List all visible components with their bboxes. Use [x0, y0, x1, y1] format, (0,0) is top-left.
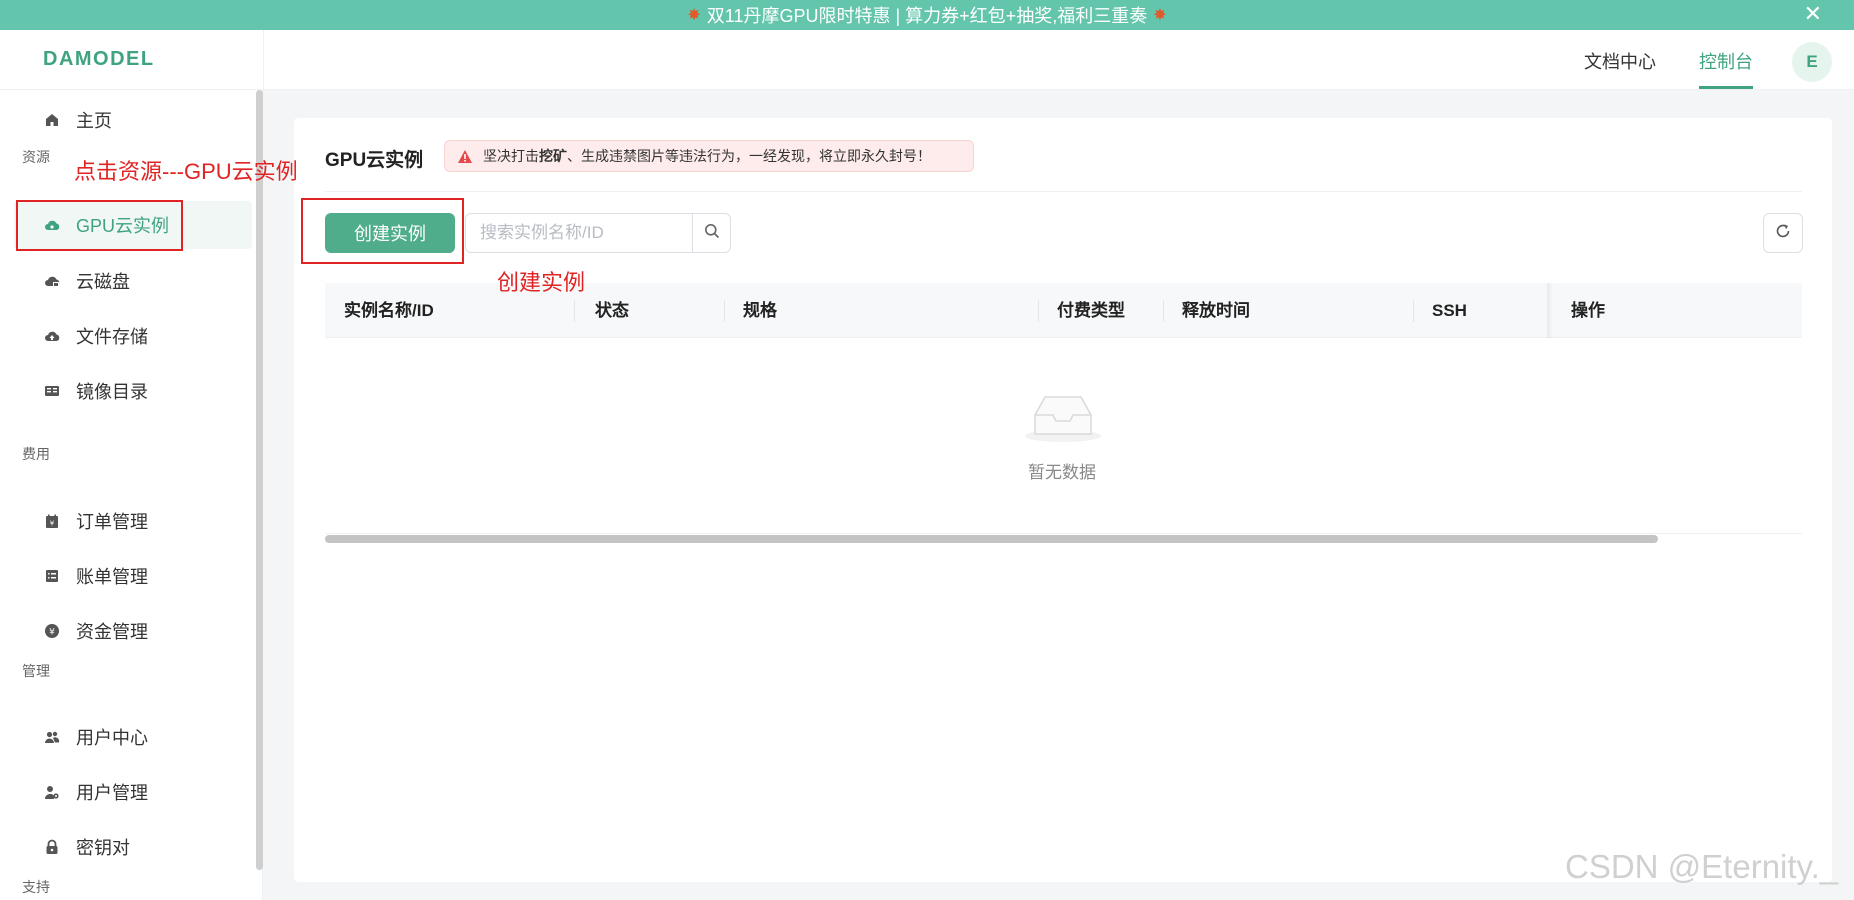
column-header-ssh[interactable]: SSH	[1432, 283, 1467, 338]
empty-state-text: 暂无数据	[1028, 463, 1096, 482]
annotation-text-create: 创建实例	[497, 270, 586, 295]
sidebar-item-label: 镜像目录	[76, 382, 148, 402]
promo-text[interactable]: 双11丹摩GPU限时特惠 | 算力券+红包+抽奖,福利三重奏	[707, 2, 1147, 28]
watermark: CSDN @Eternity._	[1565, 848, 1839, 885]
column-header-name[interactable]: 实例名称/ID	[344, 283, 434, 338]
warning-text-suffix: 、生成违禁图片等违法行为，一经发现，将立即永久封号！	[567, 148, 931, 164]
nav-docs-link[interactable]: 文档中心	[1584, 48, 1656, 74]
logo-divider	[263, 30, 264, 90]
sidebar-item-bills[interactable]: 账单管理	[14, 552, 252, 600]
lock-icon	[44, 839, 60, 855]
column-header-spec[interactable]: 规格	[743, 283, 777, 338]
image-catalog-icon	[44, 383, 60, 399]
promo-banner[interactable]: ✸ 双11丹摩GPU限时特惠 | 算力券+红包+抽奖,福利三重奏 ✸ ✕	[0, 0, 1854, 30]
section-label-billing: 费用	[22, 446, 50, 462]
cloud-disk-icon	[44, 273, 60, 289]
table-bottom-border	[325, 533, 1802, 534]
sidebar-item-label: 用户管理	[76, 783, 148, 803]
page-title: GPU云实例	[325, 150, 424, 171]
section-label-manage: 管理	[22, 663, 50, 679]
warning-banner: 坚决打击 挖矿 、生成违禁图片等违法行为，一经发现，将立即永久封号！	[444, 140, 974, 172]
yuan-icon: ¥	[44, 623, 60, 639]
column-header-actions[interactable]: 操作	[1571, 283, 1605, 338]
sidebar-item-label: 云磁盘	[76, 272, 130, 292]
column-separator	[1163, 300, 1164, 322]
column-header-billing-type[interactable]: 付费类型	[1057, 283, 1125, 338]
order-icon: ¥	[44, 513, 60, 529]
title-divider	[325, 191, 1802, 192]
search-icon	[704, 223, 720, 244]
sidebar-item-label: 主页	[76, 111, 112, 131]
sidebar-item-label: 订单管理	[76, 512, 148, 532]
annotation-text-sidebar: 点击资源---GPU云实例	[74, 159, 298, 184]
section-label-support: 支持	[22, 879, 50, 895]
warning-icon	[457, 149, 473, 164]
sidebar-item-label: 资金管理	[76, 622, 148, 642]
column-separator	[574, 300, 575, 322]
fixed-column-shadow	[1547, 283, 1553, 338]
table-horizontal-scrollbar[interactable]	[325, 535, 1658, 543]
close-icon[interactable]: ✕	[1804, 0, 1822, 30]
column-separator	[1038, 300, 1039, 322]
nav-console-link[interactable]: 控制台	[1699, 48, 1753, 74]
home-icon	[44, 112, 60, 128]
column-header-status[interactable]: 状态	[595, 283, 629, 338]
sidebar-item-cloud-disk[interactable]: 云磁盘	[14, 257, 252, 305]
avatar[interactable]: E	[1792, 42, 1832, 82]
sidebar-item-image-catalog[interactable]: 镜像目录	[14, 367, 252, 415]
sidebar-item-orders[interactable]: ¥ 订单管理	[14, 497, 252, 545]
column-header-release-time[interactable]: 释放时间	[1182, 283, 1250, 338]
users-icon	[44, 729, 60, 745]
search-box	[465, 213, 731, 253]
sidebar-item-file-storage[interactable]: 文件存储	[14, 312, 252, 360]
sidebar-item-home[interactable]: 主页	[14, 96, 252, 144]
svg-text:¥: ¥	[50, 520, 55, 528]
search-button[interactable]	[692, 214, 730, 252]
sidebar-item-keypair[interactable]: 密钥对	[14, 823, 252, 871]
empty-inbox-icon	[1023, 390, 1103, 445]
sidebar-item-label: 用户中心	[76, 728, 148, 748]
sidebar-item-label: 文件存储	[76, 327, 148, 347]
sidebar-item-label: 账单管理	[76, 567, 148, 587]
sidebar-item-funds[interactable]: ¥ 资金管理	[14, 607, 252, 655]
refresh-icon	[1774, 222, 1792, 245]
annotation-box-create	[301, 198, 464, 264]
column-separator	[724, 300, 725, 322]
section-label-resources: 资源	[22, 149, 50, 165]
column-separator	[1413, 300, 1414, 322]
sidebar-item-user-manage[interactable]: 用户管理	[14, 768, 252, 816]
sidebar-item-user-center[interactable]: 用户中心	[14, 713, 252, 761]
nav-active-indicator	[1699, 86, 1753, 89]
refresh-button[interactable]	[1763, 213, 1803, 253]
sparkle-icon: ✸	[687, 7, 701, 24]
sparkle-icon: ✸	[1153, 7, 1167, 24]
top-header: DAMODEL 文档中心 控制台 E	[0, 30, 1854, 90]
warning-text-bold: 挖矿	[539, 148, 567, 164]
cloud-upload-icon	[44, 328, 60, 344]
sidebar-item-label: 密钥对	[76, 838, 130, 858]
search-input[interactable]	[466, 214, 692, 252]
sidebar-scrollbar[interactable]	[256, 90, 263, 870]
annotation-box-gpu-instance	[16, 200, 183, 251]
user-settings-icon	[44, 784, 60, 800]
warning-text-prefix: 坚决打击	[483, 148, 539, 164]
svg-text:¥: ¥	[49, 628, 55, 638]
logo[interactable]: DAMODEL	[43, 48, 155, 71]
bill-icon	[44, 568, 60, 584]
